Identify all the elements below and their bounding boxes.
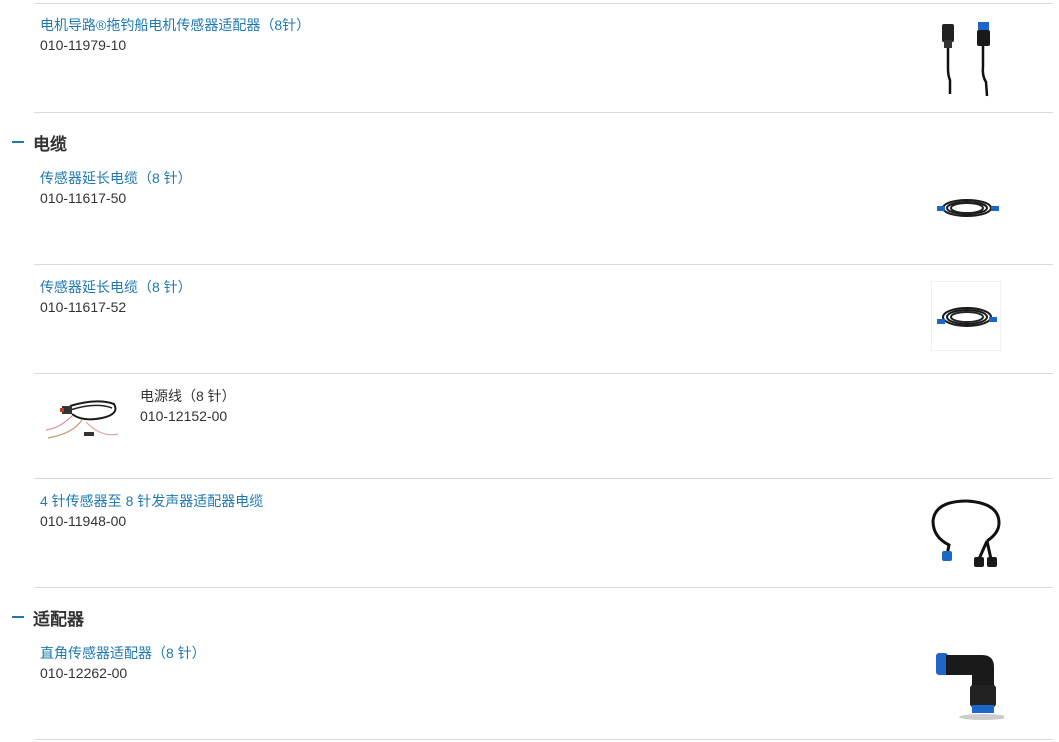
product-link[interactable]: 电机导路®拖钓船电机传感器适配器（8针） (40, 15, 310, 35)
list-item: 传感器延长电缆（8 针） 010-11617-52 (34, 265, 1053, 374)
coiled-cable-image[interactable] (931, 281, 1001, 351)
product-link[interactable]: 传感器延长电缆（8 针） (40, 168, 192, 188)
part-number: 010-11979-10 (40, 37, 127, 53)
minus-icon (12, 141, 24, 143)
product-name: 电源线（8 针） (140, 388, 236, 404)
section-header-adapters[interactable]: 适配器 (12, 606, 84, 629)
part-number: 010-11617-50 (40, 190, 127, 206)
power-cable-image[interactable] (42, 394, 122, 452)
y-cable-image[interactable] (927, 493, 1007, 573)
part-number: 010-11948-00 (40, 513, 127, 529)
list-item: 直角传感器适配器（8 针） 010-12262-00 (34, 635, 1053, 740)
section-header-cables[interactable]: 电缆 (12, 131, 67, 154)
product-link[interactable]: 4 针传感器至 8 针发声器适配器电缆 (40, 491, 263, 511)
product-link[interactable]: 传感器延长电缆（8 针） (40, 277, 192, 297)
part-number: 010-12262-00 (40, 665, 128, 681)
part-number: 010-11617-52 (40, 299, 127, 315)
adapter-cable-image[interactable] (934, 18, 1004, 98)
list-item: 传感器延长电缆（8 针） 010-11617-50 (34, 160, 1053, 265)
list-item: 电机导路®拖钓船电机传感器适配器（8针） 010-11979-10 (34, 4, 1053, 113)
right-angle-adapter-image[interactable] (932, 647, 1004, 723)
coiled-cable-image[interactable] (929, 188, 1004, 228)
product-link[interactable]: 直角传感器适配器（8 针） (40, 643, 206, 663)
section-title: 适配器 (33, 609, 84, 629)
part-number: 010-12152-00 (140, 408, 228, 424)
list-item: 4 针传感器至 8 针发声器适配器电缆 010-11948-00 (34, 479, 1053, 588)
list-item: 电源线（8 针） 010-12152-00 (34, 374, 1053, 479)
section-title: 电缆 (33, 134, 67, 154)
minus-icon (12, 616, 24, 618)
